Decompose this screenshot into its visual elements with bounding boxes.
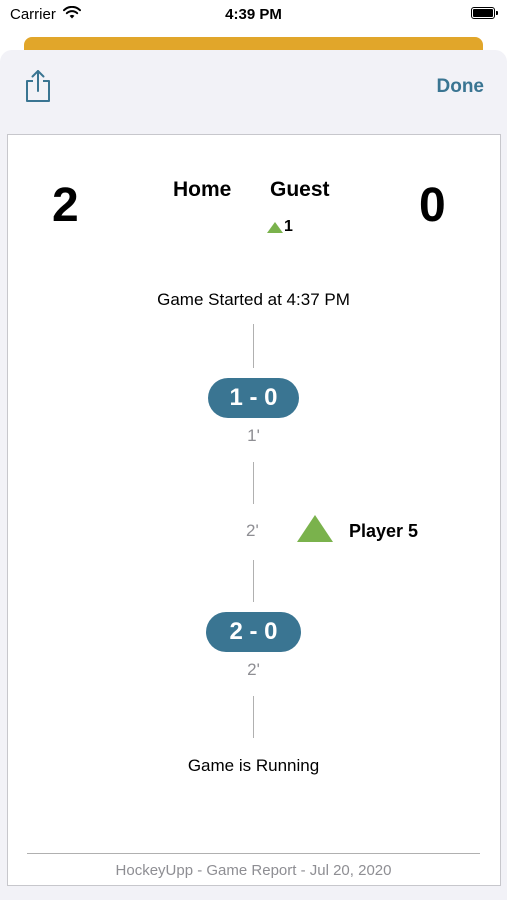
penalty-minute: 2' xyxy=(246,521,259,540)
goal-minute: 1' xyxy=(247,426,260,445)
status-time: 4:39 PM xyxy=(225,6,282,23)
home-team-label: Home xyxy=(173,178,232,201)
share-button[interactable] xyxy=(22,68,54,104)
timeline-connector xyxy=(253,324,254,368)
share-icon xyxy=(26,70,50,102)
status-bar: Carrier 4:39 PM xyxy=(0,0,507,30)
home-score: 2 xyxy=(52,179,79,232)
timeline-connector xyxy=(253,560,254,602)
footer-divider xyxy=(27,853,480,854)
goal-score-badge: 1 - 0 xyxy=(208,378,299,418)
battery-icon xyxy=(471,7,498,19)
timeline-connector xyxy=(253,696,254,738)
goal-score-badge: 2 - 0 xyxy=(206,612,301,652)
guest-penalty-count: 1 xyxy=(284,218,293,235)
guest-team-label: Guest xyxy=(270,178,330,201)
penalty-player-name: Player 5 xyxy=(349,521,419,541)
timeline-connector xyxy=(253,462,254,504)
goal-minute: 2' xyxy=(247,660,260,679)
done-button[interactable]: Done xyxy=(437,76,485,98)
penalty-triangle-icon xyxy=(267,221,283,233)
report-footer: HockeyUpp - Game Report - Jul 20, 2020 xyxy=(115,862,392,879)
penalty-triangle-icon xyxy=(297,515,333,542)
guest-penalty-indicator: 1 xyxy=(267,218,293,236)
guest-score: 0 xyxy=(419,179,446,232)
game-start-text: Game Started at 4:37 PM xyxy=(157,290,350,309)
game-status-text: Game is Running xyxy=(187,756,320,775)
